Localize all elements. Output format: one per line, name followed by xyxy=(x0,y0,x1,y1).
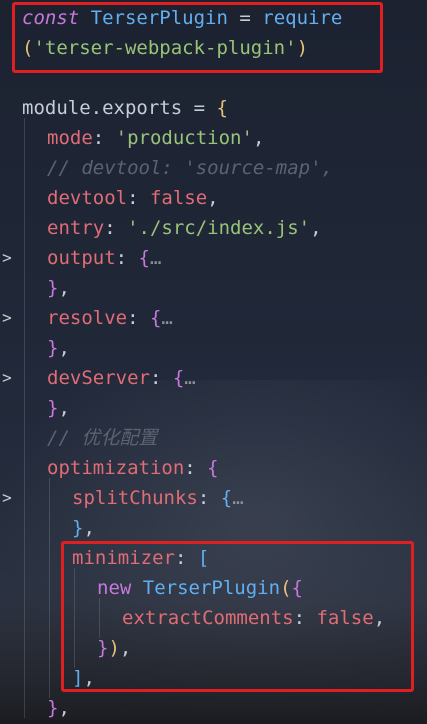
indent-guide xyxy=(49,478,50,698)
ellipsis-icon[interactable]: … xyxy=(232,487,243,509)
code-line-optimization-close: }, xyxy=(47,697,70,719)
code-line-comment-optimization: // 优化配置 xyxy=(47,427,158,449)
code-line-devserver[interactable]: devServer: {… xyxy=(47,363,196,393)
code-line-output[interactable]: output: {… xyxy=(47,243,161,273)
code-line-2: ('terser-webpack-plugin') xyxy=(22,37,309,59)
code-line-optimization: optimization: { xyxy=(47,457,219,479)
code-line-resolve-close: }, xyxy=(47,337,70,359)
code-line-terser-close: }), xyxy=(97,637,132,659)
code-line-module-exports: module.exports = { xyxy=(22,97,228,119)
ellipsis-icon[interactable]: … xyxy=(150,247,161,269)
keyword-const: const xyxy=(22,7,80,29)
code-line-comment-devtool: // devtool: 'source-map', xyxy=(47,157,333,179)
code-line-minimizer-close: ], xyxy=(72,667,95,689)
code-line-devtool: devtool: false, xyxy=(47,187,219,209)
ellipsis-icon[interactable]: … xyxy=(161,307,172,329)
indent-guide xyxy=(24,118,25,718)
code-line-extractcomments: extractComments: false, xyxy=(122,607,386,629)
ellipsis-icon[interactable]: … xyxy=(184,367,195,389)
code-line-entry: entry: './src/index.js', xyxy=(47,217,322,239)
property-mode: mode xyxy=(47,127,93,149)
chevron-right-icon[interactable]: > xyxy=(0,303,14,333)
indent-guide xyxy=(99,598,100,638)
code-line-new-terserplugin: new TerserPlugin({ xyxy=(97,577,303,599)
code-line-splitchunks[interactable]: splitChunks: {… xyxy=(72,483,244,513)
identifier-terserplugin: TerserPlugin xyxy=(90,7,228,29)
code-line-1: const TerserPlugin = require xyxy=(22,7,343,29)
string-terser-webpack-plugin: 'terser-webpack-plugin' xyxy=(33,37,297,59)
code-line-splitchunks-close: }, xyxy=(72,517,95,539)
chevron-right-icon[interactable]: > xyxy=(0,363,14,393)
chevron-right-icon[interactable]: > xyxy=(0,483,14,513)
code-line-resolve[interactable]: resolve: {… xyxy=(47,303,173,333)
code-line-mode: mode: 'production', xyxy=(47,127,265,149)
chevron-right-icon[interactable]: > xyxy=(0,243,14,273)
indent-guide xyxy=(74,568,75,668)
code-line-minimizer: minimizer: [ xyxy=(72,547,210,569)
code-line-devserver-close: }, xyxy=(47,397,70,419)
code-line-output-close: }, xyxy=(47,277,70,299)
function-require: require xyxy=(262,7,343,29)
